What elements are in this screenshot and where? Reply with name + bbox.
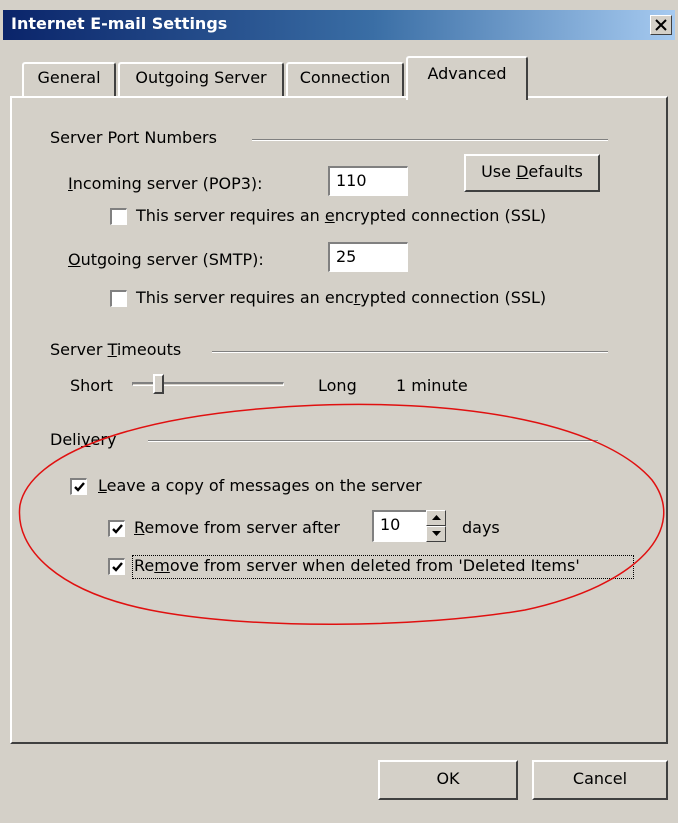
tab-outgoing-server[interactable]: Outgoing Server	[118, 62, 284, 96]
use-defaults-button[interactable]: Use Defaults	[464, 154, 600, 192]
timeout-slider-thumb[interactable]	[153, 374, 165, 394]
incoming-port-input[interactable]: 110	[328, 166, 408, 196]
close-x-icon	[655, 19, 667, 31]
remove-deleted-checkbox[interactable]	[108, 558, 125, 575]
remove-deleted-label[interactable]: Remove from server when deleted from 'De…	[134, 556, 580, 575]
tab-general-label: General	[37, 68, 101, 87]
days-label: days	[462, 518, 500, 537]
check-mark-icon	[112, 562, 123, 572]
ok-button[interactable]: OK	[378, 760, 518, 800]
leave-copy-label[interactable]: Leave a copy of messages on the server	[98, 476, 422, 495]
arrow-down-icon	[432, 531, 441, 536]
days-value: 10	[380, 515, 401, 534]
incoming-port-value: 110	[336, 171, 367, 190]
outgoing-server-label: Outgoing server (SMTP):	[68, 250, 264, 269]
spin-up-button[interactable]	[426, 510, 446, 526]
tab-connection[interactable]: Connection	[286, 62, 404, 96]
internet-email-settings-dialog: Internet E-mail Settings General Outgoin…	[0, 0, 678, 823]
title-bar[interactable]: Internet E-mail Settings	[3, 10, 675, 40]
tab-connection-label: Connection	[299, 68, 391, 87]
close-button[interactable]	[650, 15, 672, 35]
tab-outgoing-server-label: Outgoing Server	[135, 68, 267, 87]
cancel-button[interactable]: Cancel	[532, 760, 668, 800]
check-mark-icon	[74, 482, 85, 492]
incoming-ssl-label[interactable]: This server requires an encrypted connec…	[136, 206, 546, 225]
server-ports-group-label: Server Port Numbers	[50, 128, 221, 147]
check-mark-icon	[112, 524, 123, 534]
incoming-ssl-checkbox[interactable]	[110, 208, 127, 225]
remove-after-label[interactable]: Remove from server after	[134, 518, 340, 537]
short-label: Short	[70, 376, 113, 395]
arrow-up-icon	[432, 515, 441, 520]
timeout-value-label: 1 minute	[396, 376, 468, 395]
days-spinner[interactable]	[426, 510, 446, 542]
outgoing-port-value: 25	[336, 247, 357, 266]
window-title: Internet E-mail Settings	[11, 14, 228, 33]
outgoing-ssl-checkbox[interactable]	[110, 290, 127, 307]
long-label: Long	[318, 376, 357, 395]
delivery-group-line	[148, 440, 598, 442]
advanced-tab-panel: Server Port Numbers Incoming server (POP…	[10, 96, 668, 744]
incoming-server-label: Incoming server (POP3):	[68, 174, 263, 193]
outgoing-ssl-label[interactable]: This server requires an encrypted connec…	[136, 288, 546, 307]
spin-down-button[interactable]	[426, 526, 446, 542]
server-ports-group-line	[252, 139, 608, 141]
days-input[interactable]: 10	[372, 510, 428, 542]
outgoing-port-input[interactable]: 25	[328, 242, 408, 272]
tab-advanced-label: Advanced	[427, 64, 507, 83]
remove-after-checkbox[interactable]	[108, 520, 125, 537]
tab-advanced[interactable]: Advanced	[406, 56, 528, 100]
leave-copy-checkbox[interactable]	[70, 478, 87, 495]
server-timeouts-group-label: Server Timeouts	[50, 340, 186, 359]
tab-general[interactable]: General	[22, 62, 116, 96]
delivery-group-label: Delivery	[50, 430, 121, 449]
server-timeouts-group-line	[212, 351, 608, 353]
